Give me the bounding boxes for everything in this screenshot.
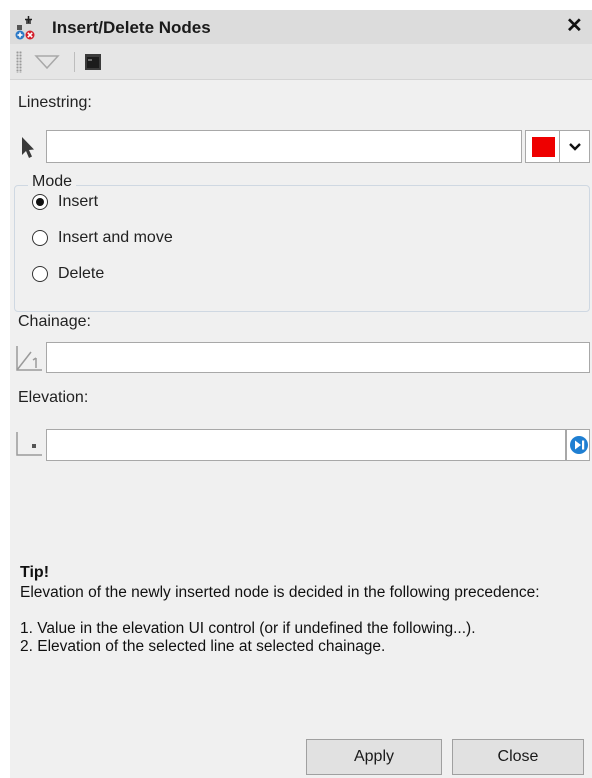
apply-button[interactable]: Apply xyxy=(306,739,442,775)
close-icon[interactable]: ✕ xyxy=(566,15,583,37)
radio-label: Delete xyxy=(58,265,105,282)
tip-line: 2. Elevation of the selected line at sel… xyxy=(20,638,386,655)
radio-insert[interactable]: Insert xyxy=(32,191,152,213)
toolbar xyxy=(10,44,592,80)
radio-button[interactable] xyxy=(32,266,48,282)
pointer-select-icon[interactable] xyxy=(16,134,40,160)
radio-button[interactable] xyxy=(32,230,48,246)
radio-label: Insert and move xyxy=(58,229,173,246)
radio-label: Insert xyxy=(58,193,99,210)
linestring-color-picker[interactable] xyxy=(525,130,560,163)
radio-delete[interactable]: Delete xyxy=(32,263,152,285)
radio-button[interactable] xyxy=(32,194,48,210)
color-swatch xyxy=(532,137,555,157)
linestring-input[interactable] xyxy=(46,130,522,163)
elevation-input[interactable] xyxy=(46,429,566,461)
close-button[interactable]: Close xyxy=(452,739,584,775)
triangle-dropdown-icon[interactable] xyxy=(32,52,62,72)
insert-delete-nodes-dialog: Insert/Delete Nodes ✕ Linestring: Mode I… xyxy=(10,10,592,778)
mode-label: Mode xyxy=(28,173,77,191)
toolbar-separator xyxy=(74,52,75,72)
color-dropdown-button[interactable] xyxy=(560,130,590,163)
tip-title: Tip! xyxy=(20,564,50,581)
linestring-label: Linestring: xyxy=(18,94,92,111)
radio-insert-and-move[interactable]: Insert and move xyxy=(32,227,232,249)
elevation-label: Elevation: xyxy=(18,389,89,406)
tip-line: 1. Value in the elevation UI control (or… xyxy=(20,620,476,637)
play-next-icon xyxy=(570,436,588,454)
tip-text: Elevation of the newly inserted node is … xyxy=(20,584,540,601)
chevron-down-icon xyxy=(569,143,581,151)
chainage-label: Chainage: xyxy=(18,313,91,330)
chainage-icon xyxy=(16,346,42,371)
window-title: Insert/Delete Nodes xyxy=(52,18,211,37)
title-bar: Insert/Delete Nodes ✕ xyxy=(10,10,592,44)
console-window-icon[interactable] xyxy=(84,53,102,71)
elevation-pick-button[interactable] xyxy=(566,429,590,461)
elevation-icon xyxy=(16,432,42,456)
toolbar-grip[interactable] xyxy=(16,51,22,73)
insert-delete-nodes-icon xyxy=(15,16,35,40)
chainage-input[interactable] xyxy=(46,342,590,373)
